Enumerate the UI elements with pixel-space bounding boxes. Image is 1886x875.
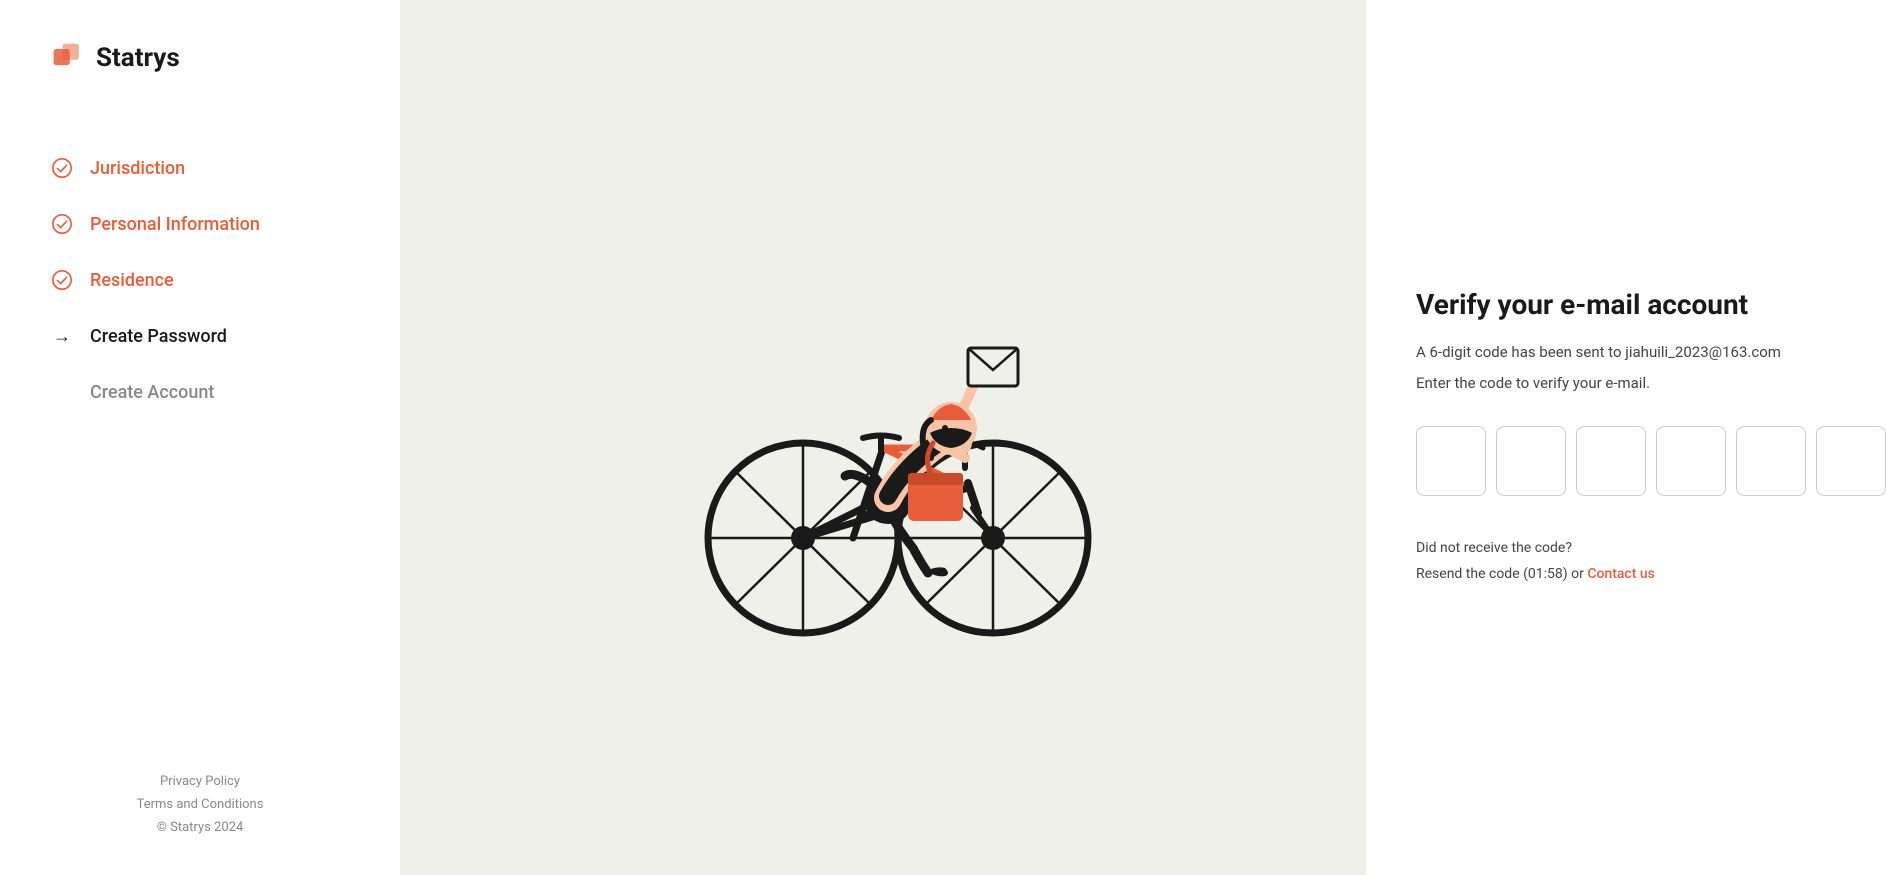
terms-link[interactable]: Terms and Conditions bbox=[137, 797, 264, 812]
create-account-placeholder-icon bbox=[50, 380, 74, 404]
sidebar-item-personal-information[interactable]: Personal Information bbox=[50, 212, 350, 236]
code-input-6[interactable] bbox=[1816, 426, 1886, 496]
nav-steps: Jurisdiction Personal Information Reside… bbox=[50, 156, 350, 774]
logo-text: Statrys bbox=[96, 43, 180, 73]
code-input-1[interactable] bbox=[1416, 426, 1486, 496]
code-input-3[interactable] bbox=[1576, 426, 1646, 496]
sidebar: Statrys Jurisdiction Personal Informatio… bbox=[0, 0, 400, 875]
jurisdiction-check-icon bbox=[50, 156, 74, 180]
copyright-text: © Statrys 2024 bbox=[157, 820, 244, 835]
sidebar-item-create-password[interactable]: → Create Password bbox=[50, 324, 350, 348]
verify-title: Verify your e-mail account bbox=[1416, 288, 1836, 321]
contact-us-link[interactable]: Contact us bbox=[1587, 566, 1655, 582]
resend-section: Did not receive the code? Resend the cod… bbox=[1416, 536, 1836, 586]
personal-information-label: Personal Information bbox=[90, 214, 260, 235]
code-input-2[interactable] bbox=[1496, 426, 1566, 496]
verify-panel: Verify your e-mail account A 6-digit cod… bbox=[1366, 0, 1886, 875]
sidebar-item-residence[interactable]: Residence bbox=[50, 268, 350, 292]
verify-subtitle: A 6-digit code has been sent to jiahuili… bbox=[1416, 341, 1836, 364]
code-input-5[interactable] bbox=[1736, 426, 1806, 496]
code-input-4[interactable] bbox=[1656, 426, 1726, 496]
create-password-label: Create Password bbox=[90, 326, 227, 347]
residence-check-icon bbox=[50, 268, 74, 292]
code-inputs-container bbox=[1416, 426, 1836, 496]
resend-question: Did not receive the code? bbox=[1416, 536, 1836, 561]
create-account-label: Create Account bbox=[90, 382, 214, 403]
logo: Statrys bbox=[50, 40, 350, 76]
create-password-arrow-icon: → bbox=[50, 324, 74, 348]
sidebar-item-create-account[interactable]: Create Account bbox=[50, 380, 350, 404]
resend-timer-container: Resend the code (01:58) or Contact us bbox=[1416, 562, 1836, 587]
jurisdiction-label: Jurisdiction bbox=[90, 158, 185, 179]
main-content: Verify your e-mail account A 6-digit cod… bbox=[400, 0, 1886, 875]
sidebar-footer: Privacy Policy Terms and Conditions © St… bbox=[50, 774, 350, 835]
privacy-policy-link[interactable]: Privacy Policy bbox=[160, 774, 240, 789]
statrys-logo-icon bbox=[50, 40, 86, 76]
residence-label: Residence bbox=[90, 270, 174, 291]
resend-timer: Resend the code (01:58) or bbox=[1416, 566, 1584, 582]
illustration-panel bbox=[400, 0, 1366, 875]
sidebar-item-jurisdiction[interactable]: Jurisdiction bbox=[50, 156, 350, 180]
verify-instruction: Enter the code to verify your e-mail. bbox=[1416, 372, 1836, 395]
personal-information-check-icon bbox=[50, 212, 74, 236]
courier-bicycle-illustration bbox=[673, 228, 1093, 648]
